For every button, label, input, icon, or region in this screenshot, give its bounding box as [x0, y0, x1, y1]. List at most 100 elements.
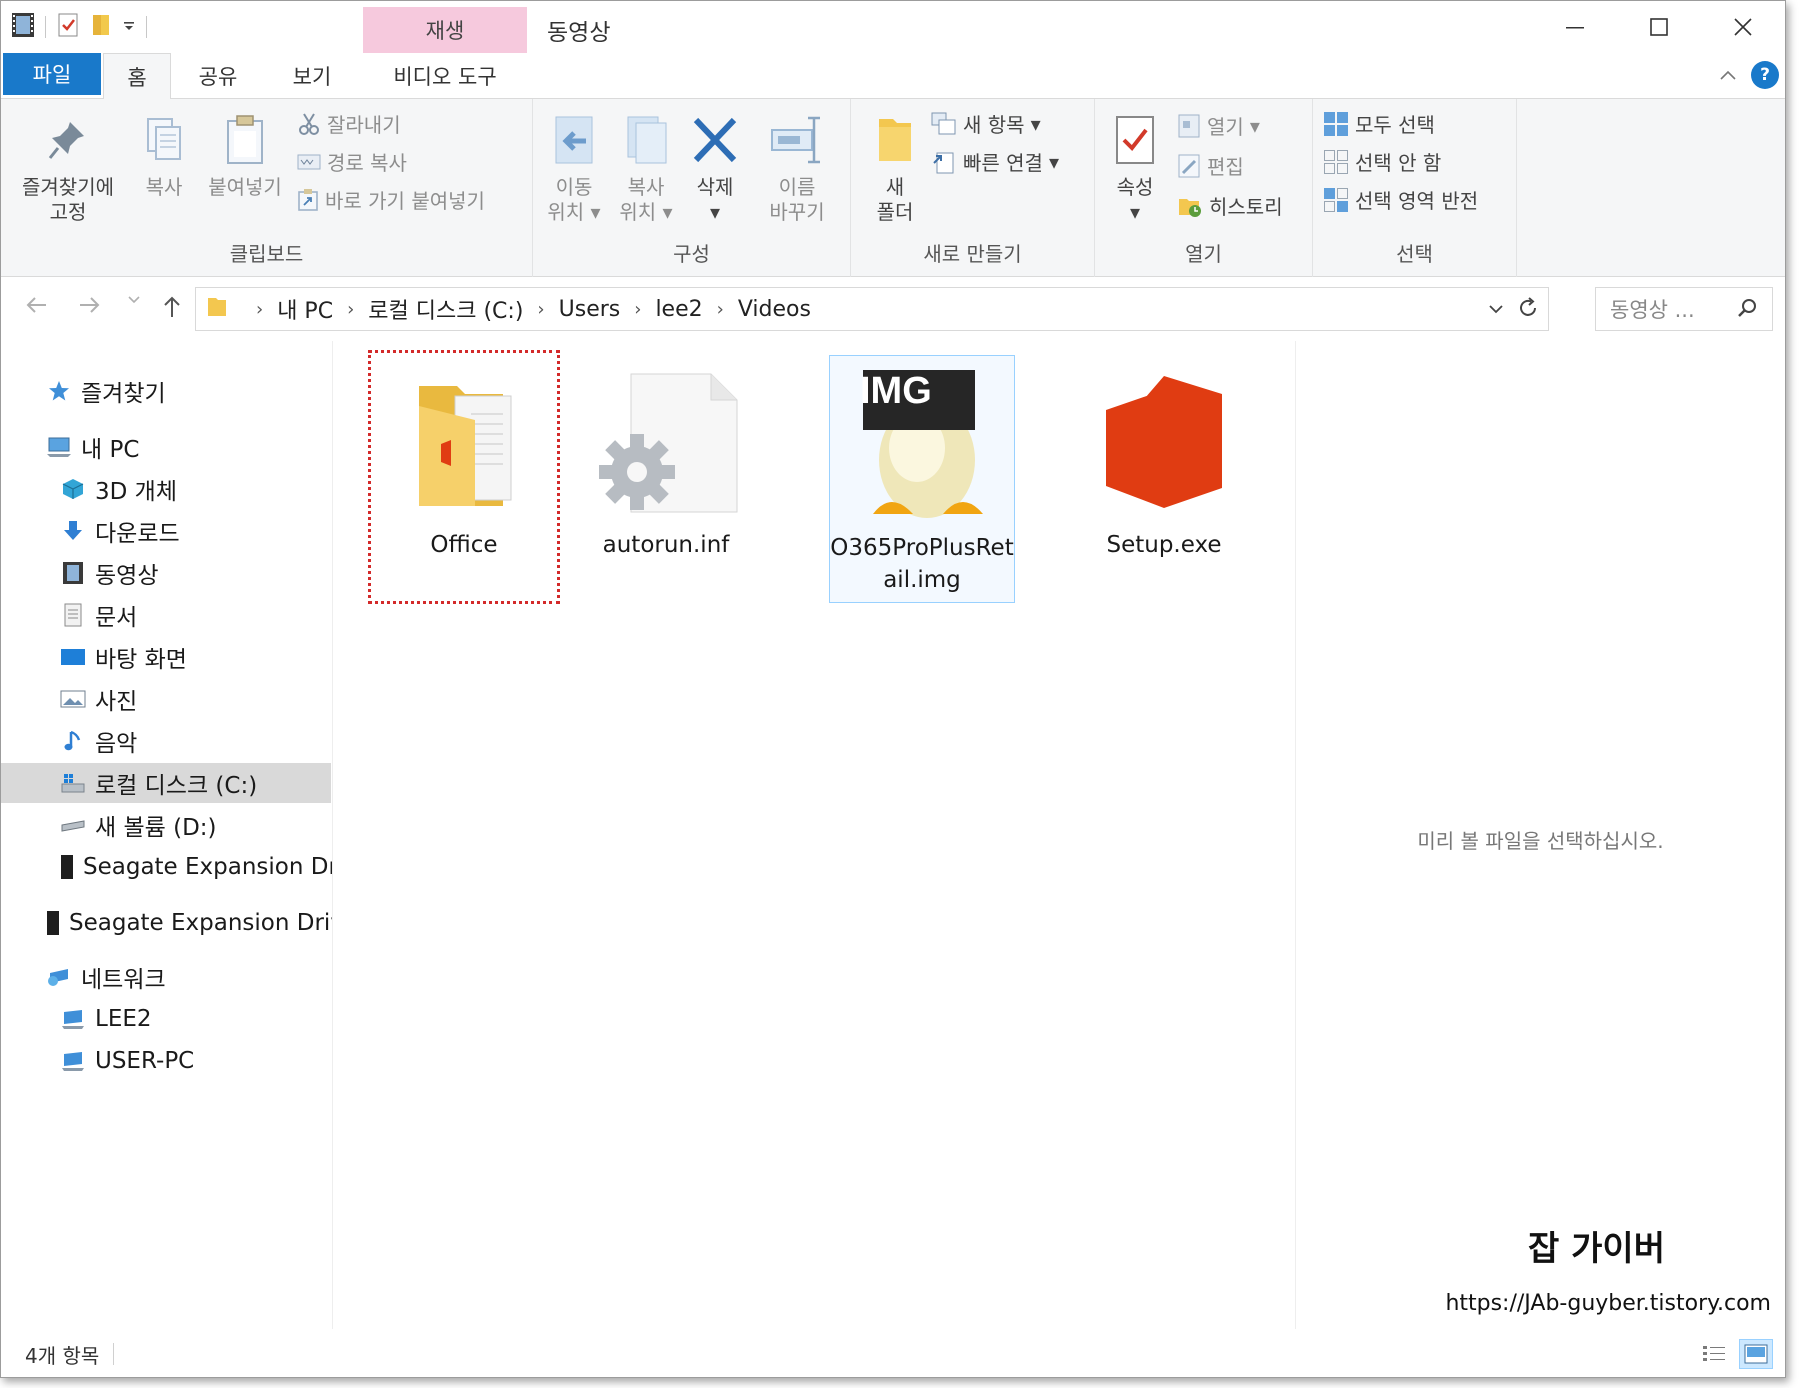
- nav-item-label: Seagate Expansion Dr: [83, 854, 333, 880]
- group-organize: 이동 위치 ▾ 복사 위치 ▾ 삭제 ▾ 이름 바꾸기 구성: [533, 99, 851, 277]
- address-bar[interactable]: › 내 PC › 로컬 디스크 (C:) › Users › lee2 › Vi…: [195, 287, 1549, 331]
- edit-button[interactable]: 편집: [1177, 151, 1244, 180]
- up-button[interactable]: [157, 295, 187, 319]
- help-icon[interactable]: ?: [1751, 61, 1779, 89]
- properties-label: 속성: [1116, 175, 1154, 199]
- group-open: 속성 ▾ 열기 ▾ 편집 히스토리 열기: [1095, 99, 1313, 277]
- open-button[interactable]: 열기 ▾: [1177, 111, 1260, 140]
- context-tab-play[interactable]: 재생: [363, 7, 527, 53]
- nav-item-downloads[interactable]: 다운로드: [1, 511, 332, 551]
- file-item-office[interactable]: Office: [368, 350, 560, 604]
- new-item-dropdown: ▾: [1030, 111, 1041, 136]
- new-item-button[interactable]: 새 항목 ▾: [931, 109, 1041, 138]
- crumb-separator: ›: [537, 298, 545, 320]
- copy-button[interactable]: 복사: [131, 109, 197, 200]
- new-folder-button[interactable]: 새 폴더: [865, 109, 925, 225]
- disc-image-icon: IMG: [829, 356, 1015, 532]
- search-box[interactable]: 동영상 ...: [1595, 287, 1773, 331]
- cut-button[interactable]: 잘라내기: [297, 109, 401, 138]
- nav-item-this-pc[interactable]: 내 PC: [1, 427, 332, 467]
- close-button[interactable]: [1701, 1, 1785, 53]
- collapse-ribbon-icon[interactable]: [1719, 66, 1737, 85]
- nav-item-documents[interactable]: 문서: [1, 595, 332, 635]
- move-to-icon: [555, 116, 593, 164]
- copy-path-label: 경로 복사: [327, 151, 407, 175]
- tab-file[interactable]: 파일: [3, 53, 101, 95]
- select-all-button[interactable]: 모두 선택: [1323, 109, 1435, 138]
- move-label-2-text: 위치: [547, 200, 585, 224]
- properties-button[interactable]: 속성 ▾: [1105, 109, 1165, 225]
- group-label-clipboard: 클립보드: [229, 242, 304, 266]
- nav-item-volume-d[interactable]: 새 볼륨 (D:): [1, 805, 332, 845]
- pin-icon: [48, 122, 84, 159]
- window-controls: [1533, 1, 1785, 53]
- breadcrumb-this-pc[interactable]: 내 PC: [277, 293, 333, 325]
- recent-locations-button[interactable]: [123, 295, 145, 305]
- large-icons-view-button[interactable]: [1739, 1339, 1773, 1369]
- nav-item-label: Seagate Expansion Driv: [69, 910, 333, 936]
- tab-share[interactable]: 공유: [183, 53, 253, 99]
- nav-item-network[interactable]: 네트워크: [1, 957, 332, 997]
- search-input[interactable]: 동영상 ...: [1610, 294, 1695, 324]
- delete-button[interactable]: 삭제 ▾: [685, 109, 745, 225]
- file-item-o365-img[interactable]: IMG O365ProPlusRetail.img: [829, 355, 1015, 603]
- nav-item-lee2[interactable]: LEE2: [1, 999, 332, 1039]
- pin-to-quick-access-button[interactable]: 즐겨찾기에 고정: [13, 109, 123, 225]
- breadcrumb-lee2[interactable]: lee2: [655, 297, 702, 322]
- copy-icon: [147, 118, 181, 160]
- address-dropdown-icon[interactable]: [1488, 300, 1504, 319]
- select-all-label: 모두 선택: [1355, 113, 1435, 137]
- nav-item-quick-access[interactable]: 즐겨찾기: [1, 371, 332, 411]
- nav-item-seagate-2[interactable]: Seagate Expansion Driv: [1, 903, 333, 943]
- easy-access-button[interactable]: 빠른 연결 ▾: [931, 147, 1059, 176]
- nav-item-3d-objects[interactable]: 3D 개체: [1, 469, 332, 509]
- breadcrumb-users[interactable]: Users: [559, 297, 621, 322]
- nav-item-pictures[interactable]: 사진: [1, 679, 332, 719]
- nav-item-local-disk-c[interactable]: 로컬 디스크 (C:): [1, 763, 331, 803]
- film-icon[interactable]: [11, 12, 35, 42]
- history-icon: [1179, 198, 1201, 217]
- nav-item-desktop[interactable]: 바탕 화면: [1, 637, 332, 677]
- open-dropdown: ▾: [1249, 113, 1260, 138]
- paste-button[interactable]: 붙여넣기: [199, 109, 291, 200]
- chevron-down-icon[interactable]: [122, 18, 136, 37]
- arrow-right-icon: [80, 297, 100, 313]
- file-item-autorun[interactable]: autorun.inf: [573, 353, 759, 601]
- refresh-icon[interactable]: [1516, 296, 1540, 324]
- ribbon-controls: ?: [1719, 61, 1779, 89]
- file-item-setup[interactable]: Setup.exe: [1071, 353, 1257, 601]
- nav-item-user-pc[interactable]: USER-PC: [1, 1041, 332, 1081]
- nav-item-music[interactable]: 음악: [1, 721, 332, 761]
- nav-item-seagate-1[interactable]: Seagate Expansion Dr: [1, 847, 333, 887]
- invert-selection-button[interactable]: 선택 영역 반전: [1323, 185, 1478, 214]
- copy-to-button[interactable]: 복사 위치 ▾: [613, 109, 679, 225]
- nav-item-label: 음악: [95, 731, 138, 757]
- select-none-button[interactable]: 선택 안 함: [1323, 147, 1441, 176]
- breadcrumb-videos[interactable]: Videos: [738, 297, 811, 322]
- rename-button[interactable]: 이름 바꾸기: [755, 109, 839, 225]
- pin-label-1: 즐겨찾기에: [22, 175, 114, 199]
- history-button[interactable]: 히스토리: [1177, 191, 1283, 220]
- tab-home[interactable]: 홈: [103, 53, 171, 100]
- invert-selection-icon: [1324, 187, 1348, 212]
- properties-check-icon[interactable]: [56, 12, 80, 42]
- back-button[interactable]: [19, 295, 53, 315]
- group-label-open: 열기: [1185, 242, 1222, 266]
- maximize-button[interactable]: [1617, 1, 1701, 53]
- paste-shortcut-button[interactable]: 바로 가기 붙여넣기: [297, 185, 485, 214]
- forward-button[interactable]: [73, 295, 107, 315]
- search-icon[interactable]: [1736, 297, 1758, 324]
- new-folder-icon[interactable]: [90, 12, 112, 42]
- nav-item-videos[interactable]: 동영상: [1, 553, 332, 593]
- external-drive-icon: [59, 854, 75, 880]
- tab-video-tools[interactable]: 비디오 도구: [363, 53, 527, 99]
- move-label-2: 위치 ▾: [547, 200, 601, 224]
- nav-item-label: 문서: [95, 605, 138, 631]
- tab-view[interactable]: 보기: [277, 53, 347, 99]
- breadcrumb-local-disk[interactable]: 로컬 디스크 (C:): [368, 293, 523, 325]
- minimize-button[interactable]: [1533, 1, 1617, 53]
- move-to-button[interactable]: 이동 위치 ▾: [541, 109, 607, 225]
- details-view-button[interactable]: [1697, 1339, 1731, 1369]
- group-select: 모두 선택 선택 안 함 선택 영역 반전 선택: [1313, 99, 1517, 277]
- copy-path-button[interactable]: 경로 복사: [297, 147, 407, 176]
